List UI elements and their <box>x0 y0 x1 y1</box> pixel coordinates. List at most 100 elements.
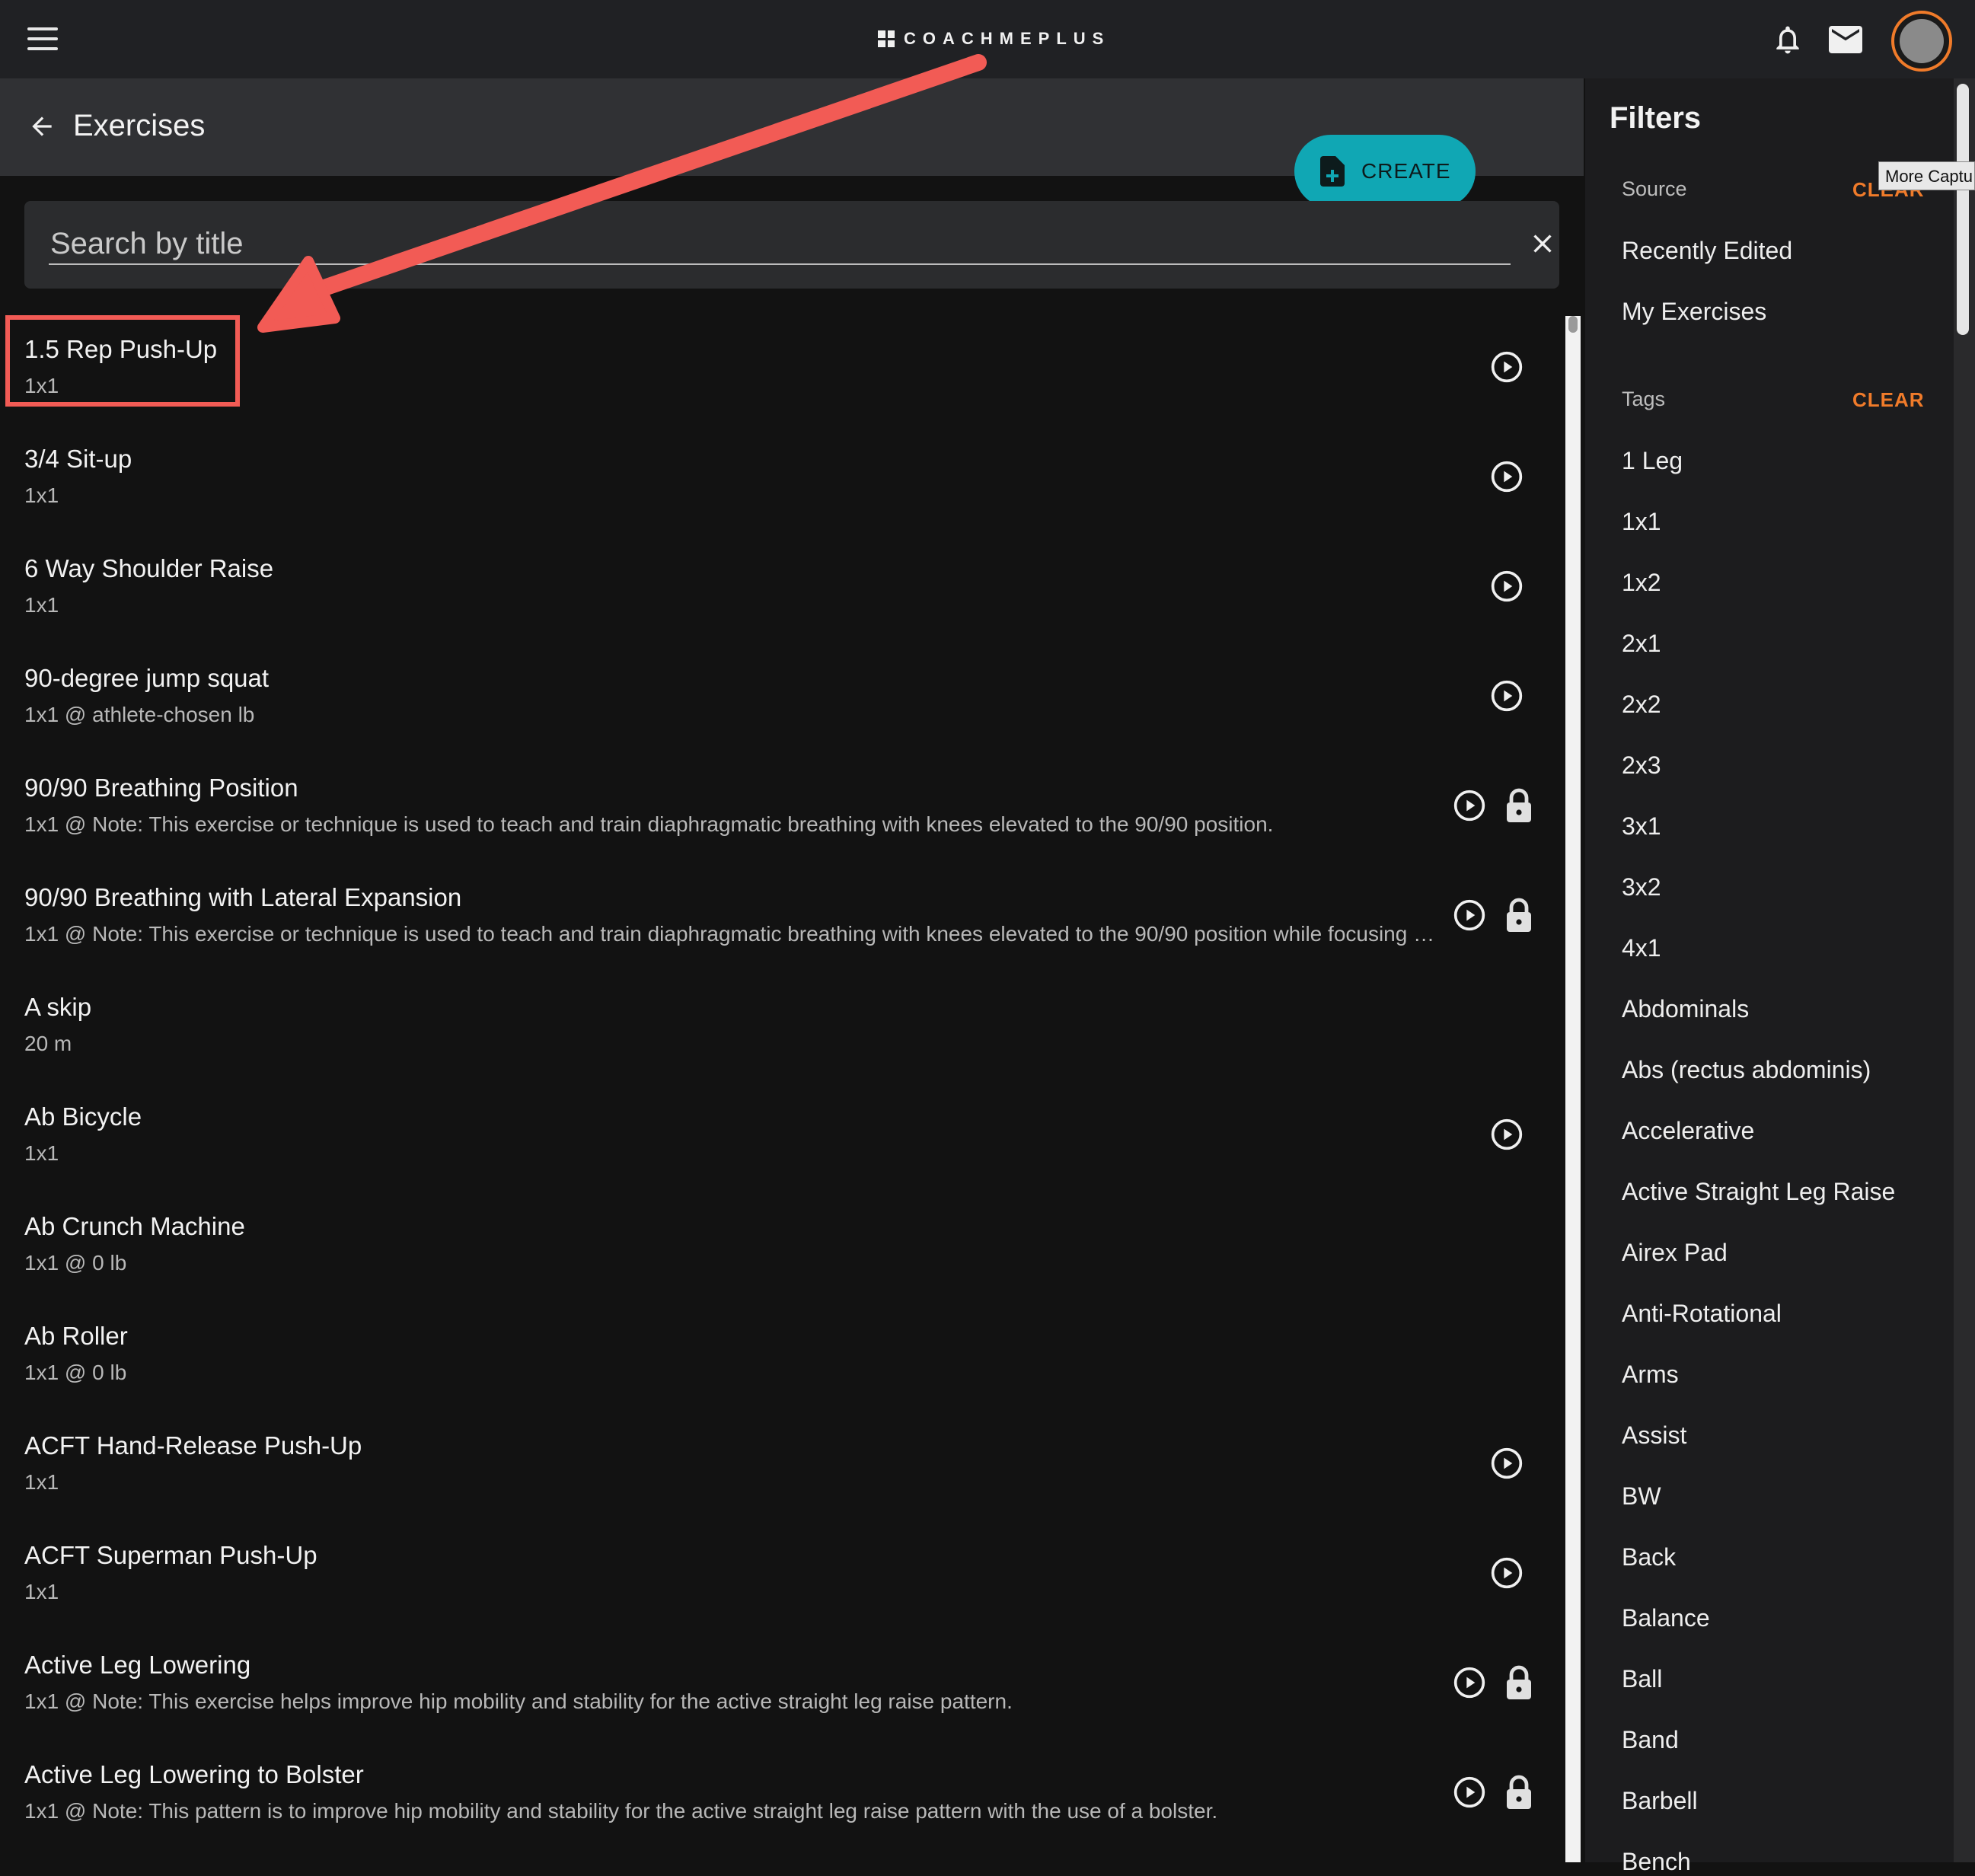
exercise-title: 90/90 Breathing with Lateral Expansion <box>24 883 462 911</box>
exercise-title: Active Leg Lowering <box>24 1651 251 1679</box>
play-icon[interactable] <box>1490 570 1524 603</box>
search-bar <box>24 201 1559 289</box>
exercise-row[interactable]: Ab Roller 1x1 @ 0 lb <box>0 1290 1561 1399</box>
play-icon[interactable] <box>1490 1447 1524 1480</box>
tag-filter-item[interactable]: 1x1 <box>1622 508 1661 536</box>
exercise-title: ACFT Hand-Release Push-Up <box>24 1431 362 1460</box>
tag-filter-item[interactable]: Assist <box>1622 1421 1686 1450</box>
tag-filter-item[interactable]: Ball <box>1622 1665 1662 1693</box>
play-icon[interactable] <box>1490 350 1524 384</box>
filters-scrollbar[interactable] <box>1954 78 1975 1862</box>
exercise-row[interactable]: 90-degree jump squat 1x1 @ athlete-chosen… <box>0 632 1561 742</box>
tags-clear-button[interactable]: CLEAR <box>1852 388 1925 412</box>
tag-filter-item[interactable]: 3x1 <box>1622 812 1661 841</box>
close-icon[interactable] <box>1527 228 1558 259</box>
exercise-subtitle: 1x1 @ Note: This exercise or technique i… <box>24 812 1274 836</box>
menu-icon[interactable] <box>27 27 58 52</box>
exercise-title: 90-degree jump squat <box>24 664 270 692</box>
tag-filter-item[interactable]: 2x2 <box>1622 691 1661 719</box>
exercise-subtitle: 1x1 @ Note: This exercise or technique i… <box>24 922 1441 946</box>
play-icon[interactable] <box>1453 898 1486 932</box>
exercise-title: Ab Bicycle <box>24 1102 142 1131</box>
bell-icon[interactable] <box>1771 23 1804 56</box>
exercise-title: A skip <box>24 993 92 1021</box>
create-button-label: CREATE <box>1361 159 1451 183</box>
search-input[interactable] <box>49 224 1514 263</box>
mail-icon[interactable] <box>1827 24 1864 55</box>
highlight-box <box>5 315 240 407</box>
exercise-list: 1.5 Rep Push-Up 1x1 3/4 Sit-up 1x1 6 Way Sho… <box>0 303 1561 1838</box>
exercise-subtitle: 20 m <box>24 1032 72 1055</box>
search-underline <box>49 263 1511 265</box>
exercise-title: 6 Way Shoulder Raise <box>24 554 274 582</box>
user-avatar[interactable] <box>1891 11 1952 72</box>
tag-filter-item[interactable]: 2x3 <box>1622 751 1661 780</box>
tag-filter-item[interactable]: Airex Pad <box>1622 1239 1728 1267</box>
source-section-label: Source <box>1622 177 1687 200</box>
tag-filter-item[interactable]: Abdominals <box>1622 995 1749 1023</box>
logo-text: COACHMEPLUS <box>904 29 1111 48</box>
source-filter-item[interactable]: My Exercises <box>1622 298 1766 326</box>
list-scrollbar-thumb[interactable] <box>1568 316 1578 333</box>
tag-filter-item[interactable]: BW <box>1622 1482 1661 1511</box>
play-icon[interactable] <box>1453 789 1486 822</box>
create-button[interactable]: CREATE <box>1294 135 1476 208</box>
lock-icon <box>1507 898 1531 932</box>
exercise-row[interactable]: 6 Way Shoulder Raise 1x1 <box>0 522 1561 632</box>
play-icon[interactable] <box>1453 1776 1486 1809</box>
source-filter-item[interactable]: Recently Edited <box>1622 237 1792 265</box>
tag-filter-item[interactable]: Barbell <box>1622 1787 1698 1815</box>
tag-filter-item[interactable]: 2x1 <box>1622 630 1661 658</box>
tag-filter-item[interactable]: 1x2 <box>1622 569 1661 597</box>
exercise-subtitle: 1x1 @ 0 lb <box>24 1361 127 1384</box>
exercise-row[interactable]: 90/90 Breathing with Lateral Expansion 1x… <box>0 851 1561 961</box>
exercise-subtitle: 1x1 <box>24 483 59 507</box>
exercise-subtitle: 1x1 @ 0 lb <box>24 1251 127 1275</box>
tag-filter-item[interactable]: Balance <box>1622 1604 1710 1632</box>
back-arrow-icon[interactable] <box>27 112 56 141</box>
exercise-title: Ab Crunch Machine <box>24 1212 245 1240</box>
exercise-row[interactable]: Ab Crunch Machine 1x1 @ 0 lb <box>0 1180 1561 1290</box>
play-icon[interactable] <box>1490 460 1524 493</box>
lock-icon <box>1507 788 1531 822</box>
play-icon[interactable] <box>1490 1118 1524 1151</box>
tag-filter-item[interactable]: Abs (rectus abdominis) <box>1622 1056 1871 1084</box>
exercise-row[interactable]: Active Leg Lowering to Bolster 1x1 @ Note… <box>0 1728 1561 1838</box>
exercise-row[interactable]: ACFT Superman Push-Up 1x1 <box>0 1509 1561 1619</box>
page-title: Exercises <box>73 109 206 142</box>
tag-filter-item[interactable]: Active Straight Leg Raise <box>1622 1178 1895 1206</box>
exercise-row[interactable]: 90/90 Breathing Position 1x1 @ Note: This… <box>0 742 1561 851</box>
play-icon[interactable] <box>1453 1666 1486 1699</box>
exercise-row[interactable]: A skip 20 m <box>0 961 1561 1070</box>
exercise-subtitle: 1x1 <box>24 593 59 617</box>
exercise-row[interactable]: Active Leg Lowering 1x1 @ Note: This exer… <box>0 1619 1561 1728</box>
tag-filter-item[interactable]: Back <box>1622 1543 1676 1571</box>
tag-filter-item[interactable]: Band <box>1622 1726 1679 1754</box>
top-app-bar: COACHMEPLUS <box>0 0 1975 78</box>
tag-filter-item[interactable]: 3x2 <box>1622 873 1661 901</box>
tag-filter-item[interactable]: 4x1 <box>1622 934 1661 962</box>
exercise-subtitle: 1x1 @ Note: This pattern is to improve h… <box>24 1799 1218 1823</box>
exercise-title: Ab Roller <box>24 1322 128 1350</box>
tags-section-label: Tags <box>1622 388 1666 410</box>
exercise-title: 90/90 Breathing Position <box>24 774 298 802</box>
tag-filter-item[interactable]: Arms <box>1622 1361 1679 1389</box>
tag-filter-item[interactable]: 1 Leg <box>1622 447 1683 475</box>
exercise-title: Active Leg Lowering to Bolster <box>24 1760 364 1788</box>
play-icon[interactable] <box>1490 1556 1524 1590</box>
exercise-subtitle: 1x1 <box>24 1470 59 1494</box>
tag-filter-item[interactable]: Accelerative <box>1622 1117 1754 1145</box>
filters-scrollbar-thumb[interactable] <box>1957 84 1969 335</box>
exercise-title: ACFT Superman Push-Up <box>24 1541 317 1569</box>
app-logo[interactable]: COACHMEPLUS <box>878 26 1110 52</box>
list-scrollbar[interactable] <box>1565 316 1581 1862</box>
tooltip: More Captu <box>1878 161 1975 190</box>
lock-icon <box>1507 1775 1531 1809</box>
exercise-row[interactable]: ACFT Hand-Release Push-Up 1x1 <box>0 1399 1561 1509</box>
exercise-row[interactable]: 3/4 Sit-up 1x1 <box>0 413 1561 522</box>
play-icon[interactable] <box>1490 679 1524 713</box>
filters-title: Filters <box>1610 101 1702 135</box>
exercise-row[interactable]: Ab Bicycle 1x1 <box>0 1070 1561 1180</box>
tag-filter-item[interactable]: Anti-Rotational <box>1622 1300 1782 1328</box>
logo-mark-icon <box>878 30 895 47</box>
